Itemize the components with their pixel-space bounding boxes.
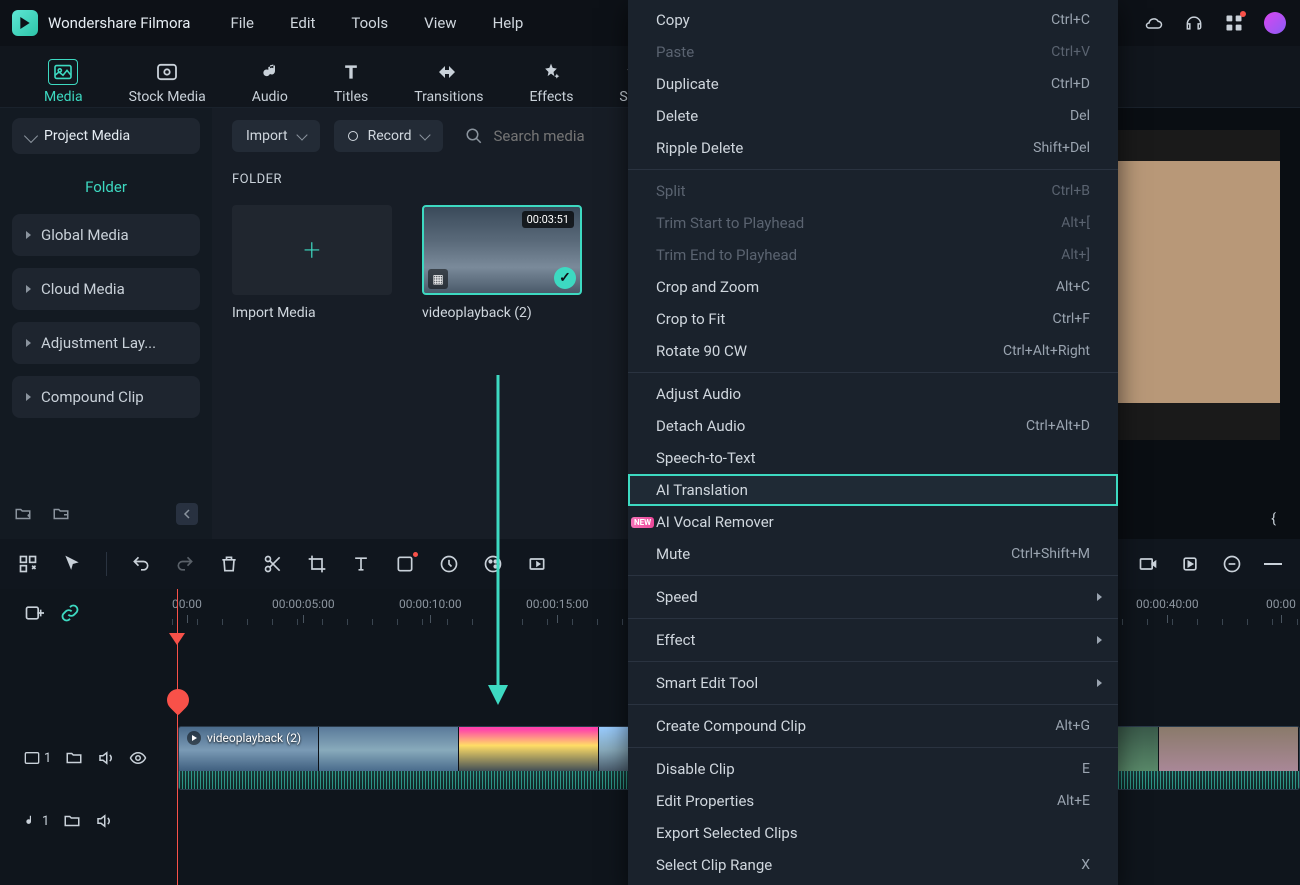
ctx-speed[interactable]: Speed (628, 581, 1118, 613)
menu-file[interactable]: File (230, 14, 254, 32)
ctx-speech-to-text[interactable]: Speech-to-Text (628, 442, 1118, 474)
zoom-out-icon[interactable] (1222, 554, 1242, 574)
templates-icon[interactable] (18, 554, 38, 574)
sidebar-cloud-media[interactable]: Cloud Media (12, 268, 200, 310)
new-folder-icon[interactable] (14, 505, 32, 523)
check-icon: ✓ (554, 267, 576, 289)
ctx-copy[interactable]: CopyCtrl+C (628, 4, 1118, 36)
ctx-paste: PasteCtrl+V (628, 36, 1118, 68)
tab-audio[interactable]: Audio (252, 59, 288, 107)
folder-icon[interactable] (65, 749, 83, 767)
media-clip-tile[interactable]: 00:03:51 ▦ ✓ videoplayback (2) (422, 205, 582, 321)
tab-titles[interactable]: Titles (334, 59, 368, 107)
text-icon[interactable] (351, 554, 371, 574)
ctx-create-compound-clip[interactable]: Create Compound ClipAlt+G (628, 710, 1118, 742)
ctx-duplicate[interactable]: DuplicateCtrl+D (628, 68, 1118, 100)
video-track-label: 1 (24, 751, 51, 766)
zoom-slider[interactable] (1264, 563, 1282, 565)
app-logo (12, 10, 38, 36)
headset-icon[interactable] (1184, 13, 1204, 33)
plus-icon: + (304, 233, 321, 268)
redo-icon[interactable] (175, 554, 195, 574)
folder-label: Folder (12, 164, 200, 214)
sidebar-adjustment-layer[interactable]: Adjustment Lay... (12, 322, 200, 364)
menu-view[interactable]: View (424, 14, 456, 32)
tab-stock-media[interactable]: Stock Media (129, 59, 206, 107)
cloud-icon[interactable] (1144, 13, 1164, 33)
clip-duration: 00:03:51 (522, 211, 574, 228)
project-media-dropdown[interactable]: Project Media (12, 118, 200, 154)
ctx-disable-clip[interactable]: Disable ClipE (628, 753, 1118, 785)
ctx-export-selected-clips[interactable]: Export Selected Clips (628, 817, 1118, 849)
audio-mute-icon[interactable] (95, 812, 113, 830)
film-icon: ▦ (428, 269, 448, 289)
tab-transitions[interactable]: Transitions (414, 59, 483, 107)
context-menu: CopyCtrl+CPasteCtrl+VDuplicateCtrl+DDele… (628, 0, 1118, 885)
crop-icon[interactable] (307, 554, 327, 574)
audio-track-label: 1 (24, 813, 49, 829)
ctx-trim-end-to-playhead: Trim End to PlayheadAlt+] (628, 239, 1118, 271)
ctx-ai-vocal-remover[interactable]: AI Vocal RemoverNEW (628, 506, 1118, 538)
apps-icon[interactable] (1224, 13, 1244, 33)
menu-edit[interactable]: Edit (290, 14, 315, 32)
main-menu: File Edit Tools View Help (230, 14, 523, 32)
ctx-crop-and-zoom[interactable]: Crop and ZoomAlt+C (628, 271, 1118, 303)
ctx-effect[interactable]: Effect (628, 624, 1118, 656)
menu-help[interactable]: Help (493, 14, 524, 32)
ctx-crop-to-fit[interactable]: Crop to FitCtrl+F (628, 303, 1118, 335)
ctx-adjust-audio[interactable]: Adjust Audio (628, 378, 1118, 410)
tab-effects[interactable]: Effects (529, 59, 573, 107)
sidebar-global-media[interactable]: Global Media (12, 214, 200, 256)
ctx-edit-properties[interactable]: Edit PropertiesAlt+E (628, 785, 1118, 817)
add-track-icon[interactable] (24, 603, 44, 623)
marker-icon[interactable] (1180, 554, 1200, 574)
undo-icon[interactable] (131, 554, 151, 574)
search-input[interactable] (493, 127, 633, 145)
user-avatar[interactable] (1264, 12, 1286, 34)
split-icon[interactable] (263, 554, 283, 574)
tab-media[interactable]: Media (44, 59, 83, 107)
ctx-split: SplitCtrl+B (628, 175, 1118, 207)
mute-icon[interactable] (97, 749, 115, 767)
menu-tools[interactable]: Tools (351, 14, 388, 32)
ctx-mute[interactable]: MuteCtrl+Shift+M (628, 538, 1118, 570)
delete-folder-icon[interactable] (52, 505, 70, 523)
cursor-icon[interactable] (62, 554, 82, 574)
clip-play-icon (187, 731, 201, 745)
import-media-tile[interactable]: + Import Media (232, 205, 392, 321)
visibility-icon[interactable] (129, 749, 147, 767)
record-dropdown[interactable]: Record (334, 120, 444, 152)
crop-fit-icon[interactable] (395, 554, 415, 574)
ctx-smart-edit-tool[interactable]: Smart Edit Tool (628, 667, 1118, 699)
ctx-select-clip-range[interactable]: Select Clip RangeX (628, 849, 1118, 881)
app-name: Wondershare Filmora (48, 14, 190, 32)
sidebar: Project Media Folder Global Media Cloud … (0, 108, 212, 539)
ctx-rotate-90-cw[interactable]: Rotate 90 CWCtrl+Alt+Right (628, 335, 1118, 367)
keyframe-brace[interactable]: { (1271, 511, 1276, 527)
search-media[interactable] (465, 127, 633, 145)
keyframe-icon[interactable] (527, 554, 547, 574)
ctx-trim-start-to-playhead: Trim Start to PlayheadAlt+[ (628, 207, 1118, 239)
audio-folder-icon[interactable] (63, 812, 81, 830)
speed-icon[interactable] (439, 554, 459, 574)
ctx-ai-translation[interactable]: AI Translation (628, 474, 1118, 506)
search-icon (465, 127, 483, 145)
ctx-delete[interactable]: DeleteDel (628, 100, 1118, 132)
link-icon[interactable] (60, 603, 80, 623)
color-icon[interactable] (483, 554, 503, 574)
render-icon[interactable] (1138, 554, 1158, 574)
sidebar-compound-clip[interactable]: Compound Clip (12, 376, 200, 418)
playhead[interactable] (177, 589, 178, 885)
collapse-sidebar-icon[interactable] (176, 503, 198, 525)
import-dropdown[interactable]: Import (232, 120, 320, 152)
ctx-ripple-delete[interactable]: Ripple DeleteShift+Del (628, 132, 1118, 164)
ctx-detach-audio[interactable]: Detach AudioCtrl+Alt+D (628, 410, 1118, 442)
delete-icon[interactable] (219, 554, 239, 574)
